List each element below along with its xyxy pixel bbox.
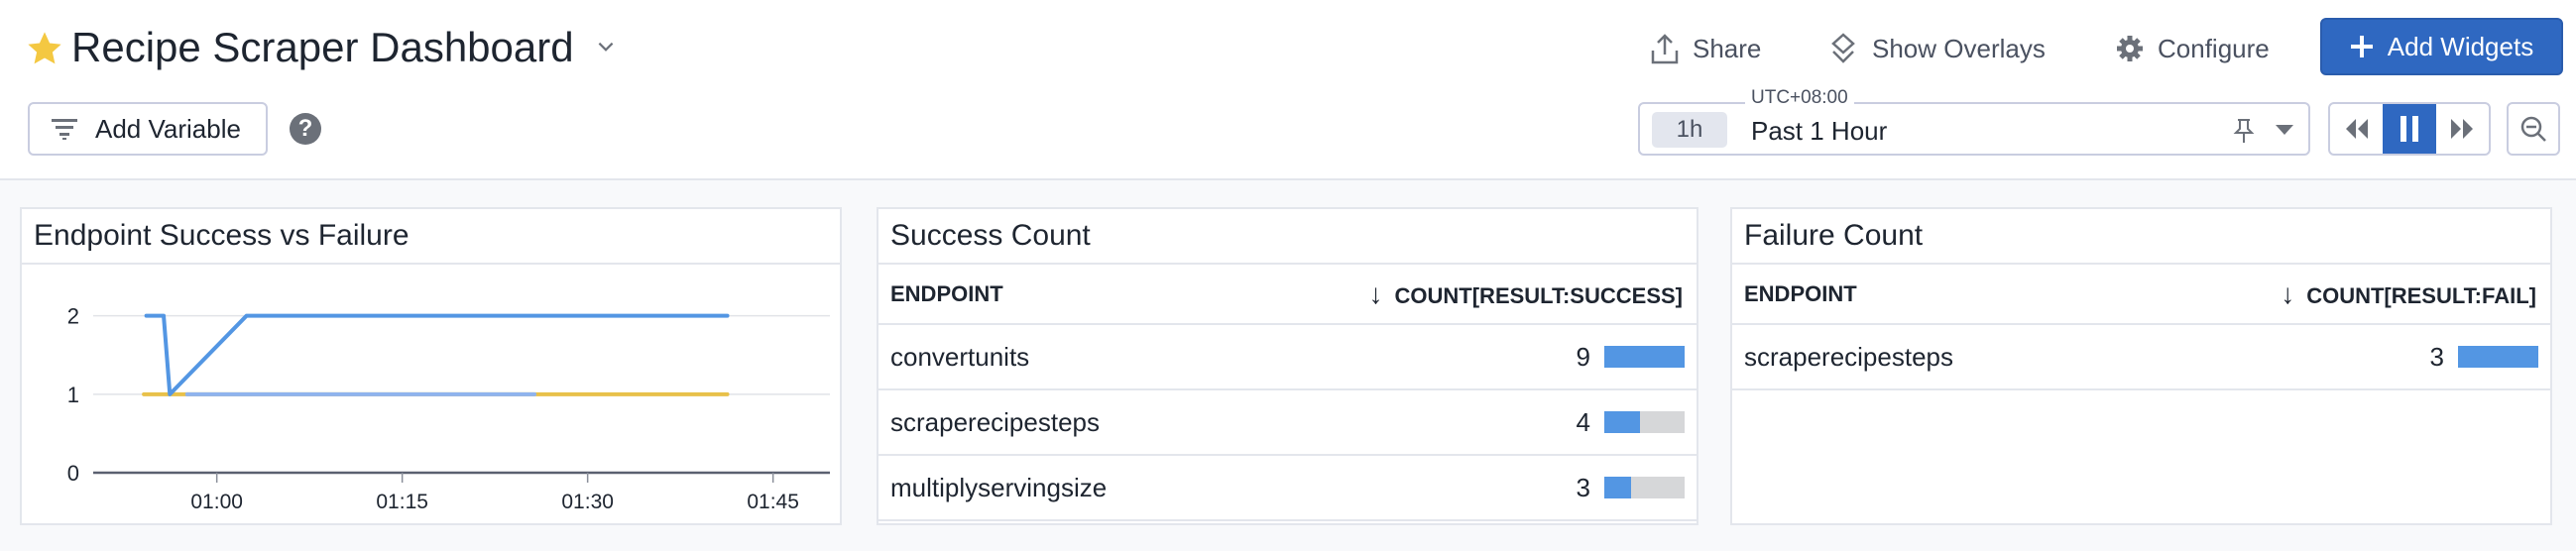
layers-icon [1831,33,1855,63]
table-header: ENDPOINT ↓ COUNT[RESULT:FAIL] [1732,265,2550,325]
help-icon[interactable]: ? [290,113,321,145]
count-bar-fill [1604,411,1640,433]
chart-widget: Endpoint Success vs Failure 0 1 2 01:00 01:1… [20,207,842,525]
count-cell: 4 [1576,406,1590,437]
add-variable-button[interactable]: Add Variable [28,102,268,156]
count-bar-fill [1604,346,1685,368]
show-overlays-button[interactable]: Show Overlays [1828,28,2046,69]
rewind-button[interactable] [2330,104,2383,154]
dashboard-header: Recipe Scraper Dashboard Add Variable ? … [0,0,2576,180]
table-row[interactable]: scraperecipesteps 3 [1732,325,2550,390]
add-widgets-label: Add Widgets [2387,31,2534,61]
table-header: ENDPOINT ↓ COUNT[RESULT:SUCCESS] [878,265,1697,325]
fast-forward-icon [2451,119,2474,139]
count-bar [1604,411,1685,433]
time-picker[interactable]: 1h Past 1 Hour [1638,102,2310,156]
endpoint-cell: multiplyservingsize [890,472,1108,502]
playback-controls [2328,102,2491,156]
success-count-widget: Success Count ENDPOINT ↓ COUNT[RESULT:SUC… [877,207,1698,525]
y-tick-label: 1 [67,383,79,407]
y-tick-label: 0 [67,461,79,486]
plus-icon [2350,36,2373,57]
x-tick-label: 01:15 [376,491,428,513]
count-bar [2458,346,2538,368]
table-row[interactable]: scraperecipesteps 4 [878,390,1697,456]
series-line-2 [144,313,730,396]
configure-button[interactable]: Configure [2116,28,2270,69]
endpoint-cell: convertunits [890,341,1030,372]
table-row[interactable]: multiplyservingsize 3 [878,456,1697,521]
widget-title: Endpoint Success vs Failure [22,209,840,265]
timeseries-chart[interactable]: 0 1 2 01:00 01:15 01:30 01:45 [22,265,840,523]
time-range-chip: 1h [1652,112,1727,148]
add-variable-label: Add Variable [95,113,241,144]
configure-label: Configure [2158,33,2270,63]
star-icon[interactable] [26,30,63,67]
page-title: Recipe Scraper Dashboard [71,24,574,70]
x-tick-label: 01:00 [190,491,243,513]
timezone-label: UTC+08:00 [1745,87,1854,109]
add-widgets-button[interactable]: Add Widgets [2320,18,2563,75]
chevron-down-icon[interactable] [593,36,619,57]
column-header-count-label: COUNT[RESULT:SUCCESS] [1394,282,1683,308]
pause-icon [2400,116,2418,142]
column-header-endpoint[interactable]: ENDPOINT [1744,281,1857,307]
widget-title: Success Count [878,209,1697,265]
rewind-icon [2345,119,2368,139]
sort-desc-icon: ↓ [1368,277,1383,309]
column-header-count-label: COUNT[RESULT:FAIL] [2306,282,2536,308]
pause-button[interactable] [2383,104,2436,154]
widget-title: Failure Count [1732,209,2550,265]
endpoint-cell: scraperecipesteps [890,406,1100,437]
caret-down-icon[interactable] [2275,124,2294,136]
time-range-label: Past 1 Hour [1751,116,1888,146]
zoom-out-icon [2520,116,2546,142]
count-bar [1604,477,1685,498]
zoom-out-button[interactable] [2507,102,2560,156]
sort-desc-icon: ↓ [2281,277,2295,309]
failure-count-widget: Failure Count ENDPOINT ↓ COUNT[RESULT:FAI… [1730,207,2552,525]
share-button[interactable]: Share [1651,28,1761,69]
x-tick-label: 01:45 [747,491,799,513]
count-cell: 3 [2429,341,2444,372]
pin-icon[interactable] [2233,118,2255,144]
column-header-count[interactable]: ↓ COUNT[RESULT:SUCCESS] [1369,278,1683,310]
x-tick-label: 01:30 [561,491,614,513]
count-bar-fill [1604,477,1631,498]
fast-forward-button[interactable] [2436,104,2489,154]
count-bar-fill [2458,346,2538,368]
table-row[interactable]: convertunits 9 [878,325,1697,390]
endpoint-cell: scraperecipesteps [1744,341,1953,372]
y-tick-label: 2 [67,304,79,329]
count-bar [1604,346,1685,368]
filter-icon [52,119,77,140]
column-header-count[interactable]: ↓ COUNT[RESULT:FAIL] [2281,278,2536,310]
count-cell: 9 [1576,341,1590,372]
count-cell: 3 [1576,472,1590,502]
column-header-endpoint[interactable]: ENDPOINT [890,281,1003,307]
share-icon [1651,34,1679,64]
show-overlays-label: Show Overlays [1872,33,2046,63]
share-label: Share [1693,33,1762,63]
gear-icon [2117,36,2143,61]
